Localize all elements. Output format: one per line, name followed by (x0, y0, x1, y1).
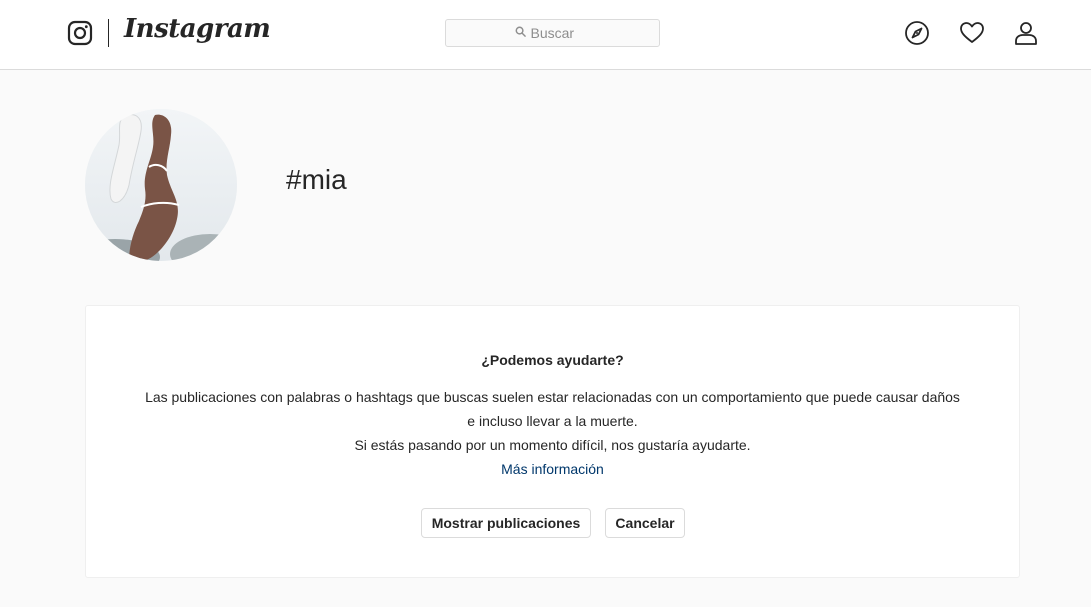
instagram-glyph-icon[interactable] (67, 20, 93, 46)
search-box[interactable] (445, 19, 660, 47)
help-card-text-line: Si estás pasando por un momento difícil,… (354, 437, 751, 453)
heart-icon[interactable] (959, 20, 985, 46)
instagram-wordmark[interactable]: Instagram (124, 14, 271, 44)
help-card-title: ¿Podemos ayudarte? (481, 352, 624, 368)
compass-icon[interactable] (904, 20, 930, 46)
help-card-text-line: Las publicaciones con palabras o hashtag… (145, 389, 960, 405)
search-icon (515, 24, 526, 42)
logo-divider (108, 19, 109, 47)
more-info-link[interactable]: Más información (86, 461, 1019, 477)
profile-icon[interactable] (1013, 20, 1039, 46)
hashtag-avatar-image (85, 109, 237, 261)
help-dialog-card: ¿Podemos ayudarte? Las publicaciones con… (85, 305, 1020, 578)
show-posts-button[interactable]: Mostrar publicaciones (421, 508, 591, 538)
search-input[interactable] (530, 25, 591, 41)
top-navigation-bar: Instagram (0, 0, 1091, 70)
cancel-button[interactable]: Cancelar (605, 508, 685, 538)
help-card-text-line: e incluso llevar a la muerte. (467, 413, 638, 429)
hashtag-title: #mia (286, 164, 347, 195)
